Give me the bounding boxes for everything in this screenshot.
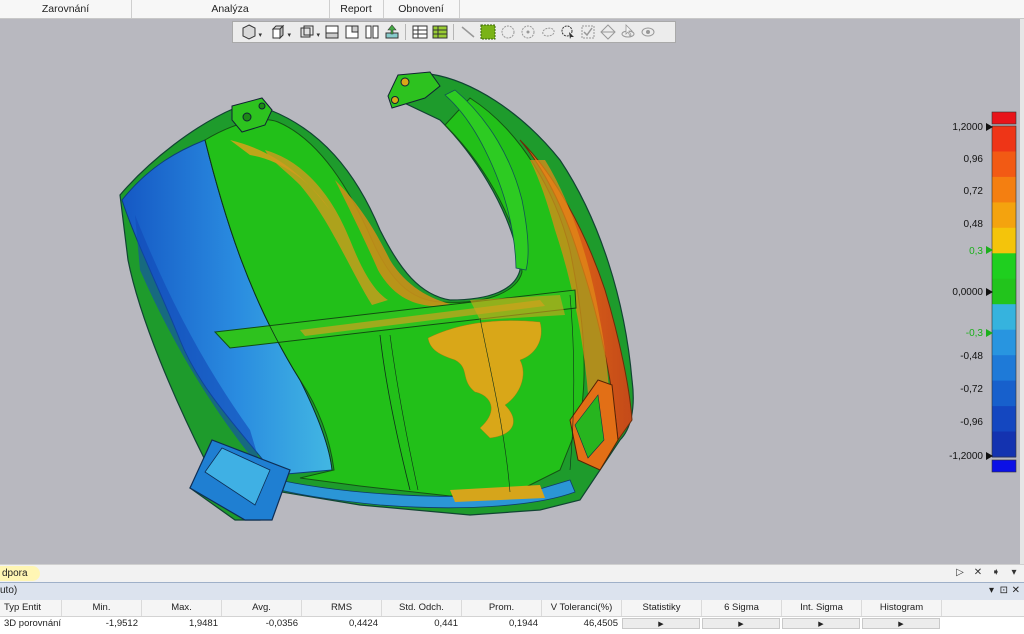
col-tol[interactable]: V Toleranci(%) — [542, 600, 622, 616]
col-min[interactable]: Min. — [62, 600, 142, 616]
cell-min: -1,9512 — [105, 618, 138, 629]
legend-label-zero: 0,0000 — [952, 287, 983, 298]
cell-rms: 0,4424 — [348, 618, 378, 629]
document-tabstrip: dpora ▷ ✕ ➧ ▾ — [0, 564, 1024, 583]
col-histogram[interactable]: Histogram — [862, 600, 942, 616]
cell-var: 0,1944 — [508, 618, 538, 629]
col-max[interactable]: Max. — [142, 600, 222, 616]
cell-tol: 46,4505 — [583, 618, 618, 629]
col-intsigma[interactable]: Int. Sigma — [782, 600, 862, 616]
legend-label: -0,96 — [960, 417, 983, 428]
legend-markers — [986, 123, 993, 460]
marker-min-icon — [986, 452, 993, 460]
col-std[interactable]: Std. Odch. — [382, 600, 462, 616]
scroll-right-icon[interactable]: ▷ — [954, 567, 966, 578]
col-type[interactable]: Typ Entit — [0, 600, 62, 616]
legend-label: 0,72 — [963, 186, 983, 197]
table-row[interactable]: 3D porovnání -1,9512 1,9481 -0,0356 0,44… — [0, 617, 1024, 631]
col-var[interactable]: Prom. — [462, 600, 542, 616]
histogram-play-button[interactable]: ▶ — [862, 618, 940, 629]
tab-support[interactable]: dpora — [0, 566, 40, 581]
results-panel-header: uto) ▾ ⊡ ✕ — [0, 582, 1024, 600]
ribbon-group-report[interactable]: Report — [329, 0, 384, 18]
marker-lower-tol-icon — [986, 329, 993, 337]
col-avg[interactable]: Avg. — [222, 600, 302, 616]
six-sigma-play-button[interactable]: ▶ — [702, 618, 780, 629]
3d-model-colormap[interactable] — [0, 19, 1020, 564]
legend-label-lower-tol: -0,3 — [965, 328, 983, 339]
legend-label: -0,72 — [960, 384, 983, 395]
legend-label-upper-tol: 0,3 — [969, 246, 983, 257]
legend-label: -0,48 — [960, 351, 983, 362]
legend-label: 0,48 — [963, 219, 983, 230]
cell-max: 1,9481 — [188, 618, 218, 629]
legend-label: 0,96 — [963, 154, 983, 165]
table-header: Typ Entit Min. Max. Avg. RMS Std. Odch. … — [0, 600, 1024, 617]
legend-label-min: -1,2000 — [949, 451, 983, 462]
legend-label-max: 1,2000 — [952, 122, 983, 133]
cell-type: 3D porovnání — [4, 618, 62, 629]
col-rms[interactable]: RMS — [302, 600, 382, 616]
marker-upper-tol-icon — [986, 246, 993, 254]
viewport-scrollbar[interactable] — [1020, 19, 1024, 564]
col-6sigma[interactable]: 6 Sigma — [702, 600, 782, 616]
cell-avg: -0,0356 — [265, 618, 298, 629]
panel-close-icon[interactable]: ✕ — [1012, 583, 1020, 599]
col-stats[interactable]: Statistiky — [622, 600, 702, 616]
panel-title: uto) — [0, 585, 18, 596]
panel-dropdown-icon[interactable]: ▾ — [989, 583, 994, 599]
chevron-down-icon[interactable]: ▾ — [1008, 567, 1020, 578]
ribbon-group-restore[interactable]: Obnovení — [383, 0, 460, 18]
int-sigma-play-button[interactable]: ▶ — [782, 618, 860, 629]
ribbon-bar: Zarovnání Analýza Report Obnovení — [0, 0, 1024, 19]
statistics-play-button[interactable]: ▶ — [622, 618, 700, 629]
ribbon-group-analysis[interactable]: Analýza — [131, 0, 330, 18]
ribbon-group-alignment[interactable]: Zarovnání — [0, 0, 132, 18]
cell-std: 0,441 — [434, 618, 458, 629]
marker-max-icon — [986, 123, 993, 131]
marker-zero-icon — [986, 288, 993, 296]
tabstrip-controls: ▷ ✕ ➧ ▾ — [954, 567, 1020, 578]
results-table: Typ Entit Min. Max. Avg. RMS Std. Odch. … — [0, 600, 1024, 634]
tab-menu-icon[interactable]: ➧ — [990, 567, 1002, 578]
pin-icon[interactable]: ⊡ — [1000, 583, 1008, 599]
close-icon[interactable]: ✕ — [972, 567, 984, 578]
